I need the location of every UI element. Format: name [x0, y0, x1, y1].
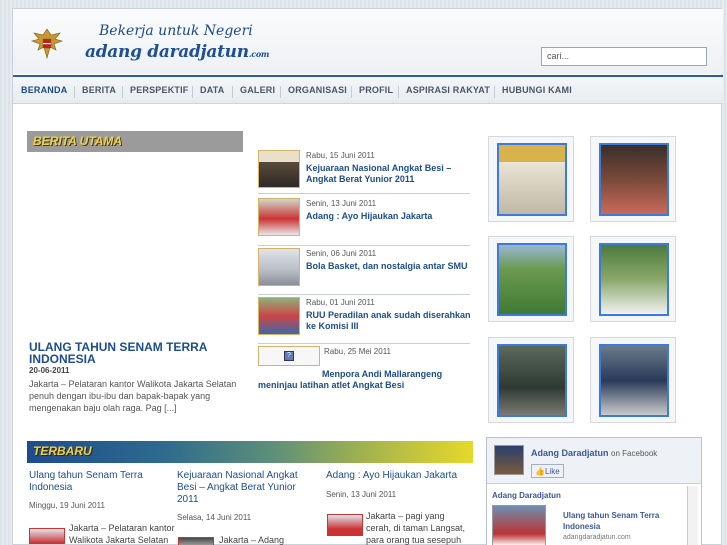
latest-date: Minggu, 19 Juni 2011: [29, 501, 105, 510]
news-title-text: Menpora Andi Mallarangeng meninjau latih…: [258, 369, 443, 390]
latest-title[interactable]: Adang : Ayo Hijaukan Jakarta: [326, 470, 466, 482]
news-title[interactable]: RUU Peradilan anak sudah diserahkan ke K…: [306, 310, 471, 332]
latest-item[interactable]: Ulang tahun Senam Terra Indonesia: [29, 470, 169, 494]
gallery-photo[interactable]: [497, 143, 567, 216]
news-date: Rabu, 15 Juni 2011: [306, 151, 375, 160]
site-tagline: Bekerja untuk Negeri: [99, 23, 253, 39]
gallery-item[interactable]: [488, 337, 574, 423]
site-logo-suffix: .com: [248, 49, 270, 59]
nav-divider: [398, 86, 399, 98]
search-input[interactable]: cari...: [541, 47, 707, 66]
terbaru-heading: TERBARU: [27, 441, 473, 463]
nav-hubungi-kami[interactable]: HUBUNGI KAMI: [502, 85, 572, 95]
gallery-item[interactable]: [590, 136, 676, 222]
latest-title[interactable]: Ulang tahun Senam Terra Indonesia: [29, 470, 169, 494]
terbaru-heading-text: TERBARU: [33, 444, 92, 458]
news-thumbnail[interactable]: [258, 198, 300, 236]
facebook-name[interactable]: Adang Daradjatun on Facebook: [531, 448, 657, 458]
nav-beranda[interactable]: BERANDA: [21, 85, 67, 95]
news-thumbnail-missing[interactable]: ?: [258, 346, 320, 366]
gallery-item[interactable]: [488, 236, 574, 322]
gallery-item[interactable]: [590, 337, 676, 423]
news-item[interactable]: Senin, 13 Juni 2011 Adang : Ayo Hijaukan…: [258, 198, 470, 246]
featured-title[interactable]: ULANG TAHUN SENAM TERRA INDONESIA: [29, 341, 239, 365]
news-date: Senin, 13 Juni 2011: [306, 199, 377, 208]
nav-divider: [494, 86, 495, 98]
news-title[interactable]: Menpora Andi Mallarangeng meninjau latih…: [258, 369, 468, 391]
nav-galeri[interactable]: GALERI: [240, 85, 275, 95]
nav-aspirasi-rakyat[interactable]: ASPIRASI RAKYAT: [406, 85, 490, 95]
main-nav: BERANDA BERITA PERSPEKTIF DATA GALERI OR…: [13, 75, 723, 104]
latest-excerpt: Jakarta – pagi yang cerah, di taman Lang…: [366, 511, 466, 545]
latest-thumbnail[interactable]: [29, 528, 65, 544]
latest-item[interactable]: Adang : Ayo Hijaukan Jakarta: [326, 470, 466, 482]
nav-divider: [122, 86, 123, 98]
page-container: Bekerja untuk Negeri adang daradjatun.co…: [12, 8, 723, 545]
gallery-photo[interactable]: [497, 243, 567, 316]
nav-perspektif[interactable]: PERSPEKTIF: [130, 85, 189, 95]
gallery-photo[interactable]: [599, 344, 669, 417]
news-item[interactable]: Rabu, 15 Juni 2011 Kejuaraan Nasional An…: [258, 150, 470, 194]
featured-excerpt: Jakarta – Pelataran kantor Walikota Jaka…: [29, 379, 237, 413]
facebook-scrollbar[interactable]: [687, 486, 698, 545]
facebook-post-thumbnail[interactable]: [492, 505, 546, 545]
news-title[interactable]: Bola Basket, dan nostalgia antar SMU: [306, 261, 471, 272]
berita-utama-heading: BERITA UTAMA: [27, 131, 243, 152]
gallery-item[interactable]: [590, 236, 676, 322]
thumbs-up-icon: 👍: [535, 467, 545, 476]
latest-date: Selasa, 14 Juni 2011: [177, 513, 252, 522]
facebook-post-source: adangdaradjatun.com: [563, 534, 631, 541]
nav-data[interactable]: DATA: [200, 85, 224, 95]
broken-image-icon: ?: [284, 351, 294, 361]
facebook-post-title[interactable]: Ulang tahun Senam Terra Indonesia: [563, 510, 673, 532]
nav-divider: [74, 86, 75, 98]
berita-utama-heading-text: BERITA UTAMA: [33, 134, 123, 148]
facebook-avatar[interactable]: [494, 445, 524, 475]
nav-organisasi[interactable]: ORGANISASI: [288, 85, 347, 95]
site-logo[interactable]: adang daradjatun.com: [85, 42, 269, 62]
nav-divider: [192, 86, 193, 98]
facebook-like-label: Like: [544, 467, 560, 476]
latest-date: Senin, 13 Juni 2011: [326, 490, 397, 499]
nav-divider: [280, 86, 281, 98]
news-thumbnail[interactable]: [258, 297, 300, 335]
gallery-photo[interactable]: [599, 143, 669, 216]
site-header: Bekerja untuk Negeri adang daradjatun.co…: [13, 9, 723, 74]
news-title[interactable]: Adang : Ayo Hijaukan Jakarta: [306, 211, 471, 222]
facebook-widget: Adang Daradjatun on Facebook 👍Like Adang…: [486, 437, 702, 545]
site-logo-text: adang daradjatun: [85, 42, 249, 62]
gallery-item[interactable]: [488, 136, 574, 222]
news-item[interactable]: Senin, 06 Juni 2011 Bola Basket, dan nos…: [258, 248, 470, 295]
gallery-photo[interactable]: [497, 344, 567, 417]
latest-title[interactable]: Kejuaraan Nasional Angkat Besi – Angkat …: [177, 470, 313, 506]
latest-excerpt: Jakarta – Adang: [219, 535, 285, 545]
news-date: Senin, 06 Juni 2011: [306, 249, 377, 258]
nav-divider: [351, 86, 352, 98]
facebook-header: Adang Daradjatun on Facebook 👍Like: [487, 438, 701, 484]
nav-profil[interactable]: PROFIL: [359, 85, 393, 95]
facebook-page-name: Adang Daradjatun: [531, 448, 609, 458]
news-item[interactable]: Rabu, 01 Juni 2011 RUU Peradilan anak su…: [258, 297, 471, 344]
facebook-on-label: on Facebook: [611, 449, 658, 458]
facebook-like-button[interactable]: 👍Like: [531, 464, 564, 478]
latest-thumbnail[interactable]: [178, 537, 214, 545]
news-thumbnail[interactable]: [258, 248, 300, 286]
featured-date: 20-06-2011: [29, 366, 70, 375]
news-date: Rabu, 25 Mei 2011: [324, 347, 392, 356]
news-title[interactable]: Kejuaraan Nasional Angkat Besi – Angkat …: [306, 163, 471, 185]
facebook-feed-author[interactable]: Adang Daradjatun: [492, 491, 561, 500]
gallery-photo[interactable]: [599, 243, 669, 316]
garuda-emblem-icon: [31, 28, 63, 60]
nav-berita[interactable]: BERITA: [82, 85, 116, 95]
news-date: Rabu, 01 Juni 2011: [306, 298, 375, 307]
latest-excerpt: Jakarta – Pelataran kantor Walikota Jaka…: [69, 523, 175, 545]
news-thumbnail[interactable]: [258, 150, 300, 188]
latest-thumbnail[interactable]: [327, 514, 363, 536]
nav-divider: [232, 86, 233, 98]
news-item[interactable]: ? Rabu, 25 Mei 2011 Menpora Andi Mallara…: [258, 346, 470, 390]
latest-item[interactable]: Kejuaraan Nasional Angkat Besi – Angkat …: [177, 470, 313, 506]
